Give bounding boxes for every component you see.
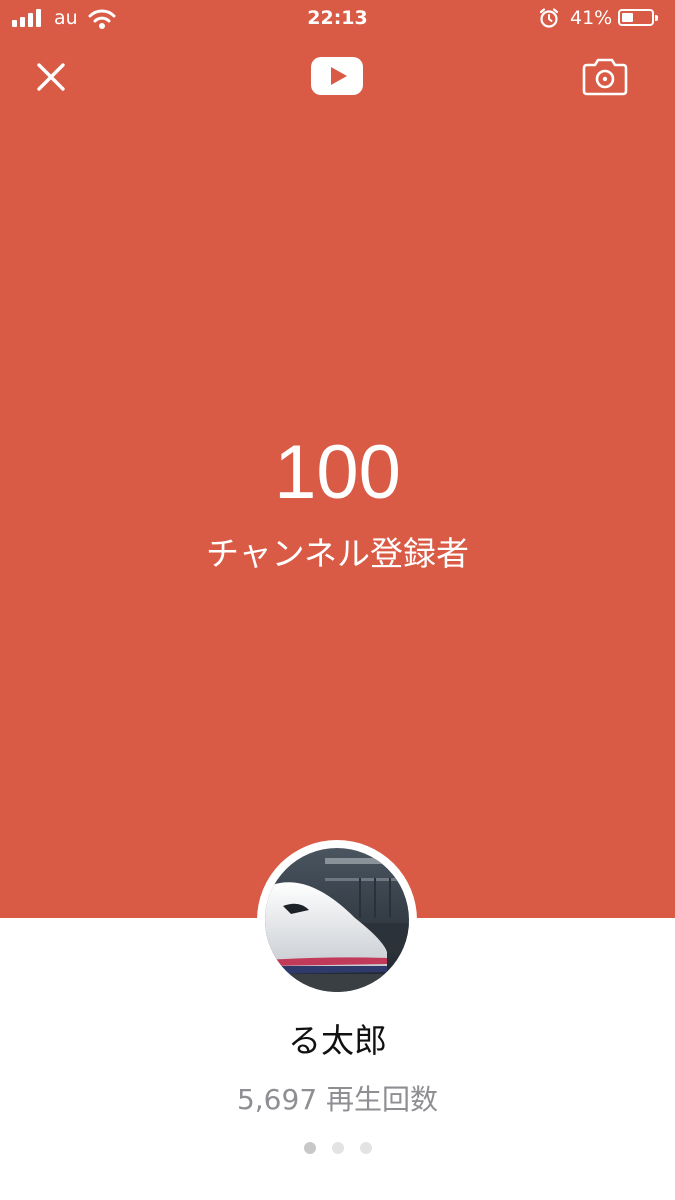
battery-percentage: 41% bbox=[570, 7, 613, 29]
avatar bbox=[257, 840, 417, 1000]
close-icon[interactable] bbox=[30, 56, 72, 98]
page-dot[interactable] bbox=[359, 1142, 372, 1154]
view-count: 5,697 再生回数 bbox=[236, 1083, 439, 1116]
page-dot[interactable] bbox=[303, 1142, 316, 1154]
battery-icon bbox=[618, 9, 658, 26]
status-bar: au 22:13 41% bbox=[0, 0, 675, 40]
milestone-card: au 22:13 41% 100 チャンネル登録者 bbox=[0, 0, 675, 918]
subscriber-count: 100 bbox=[274, 430, 401, 515]
shinkansen-photo-icon bbox=[265, 848, 409, 992]
page-indicator[interactable] bbox=[0, 1142, 675, 1154]
channel-name: る太郎 bbox=[288, 1021, 387, 1060]
youtube-logo-icon bbox=[311, 57, 363, 95]
subscriber-label: チャンネル登録者 bbox=[205, 534, 469, 573]
alarm-icon bbox=[539, 8, 559, 28]
page-dot[interactable] bbox=[331, 1142, 344, 1154]
camera-icon[interactable] bbox=[580, 57, 630, 97]
